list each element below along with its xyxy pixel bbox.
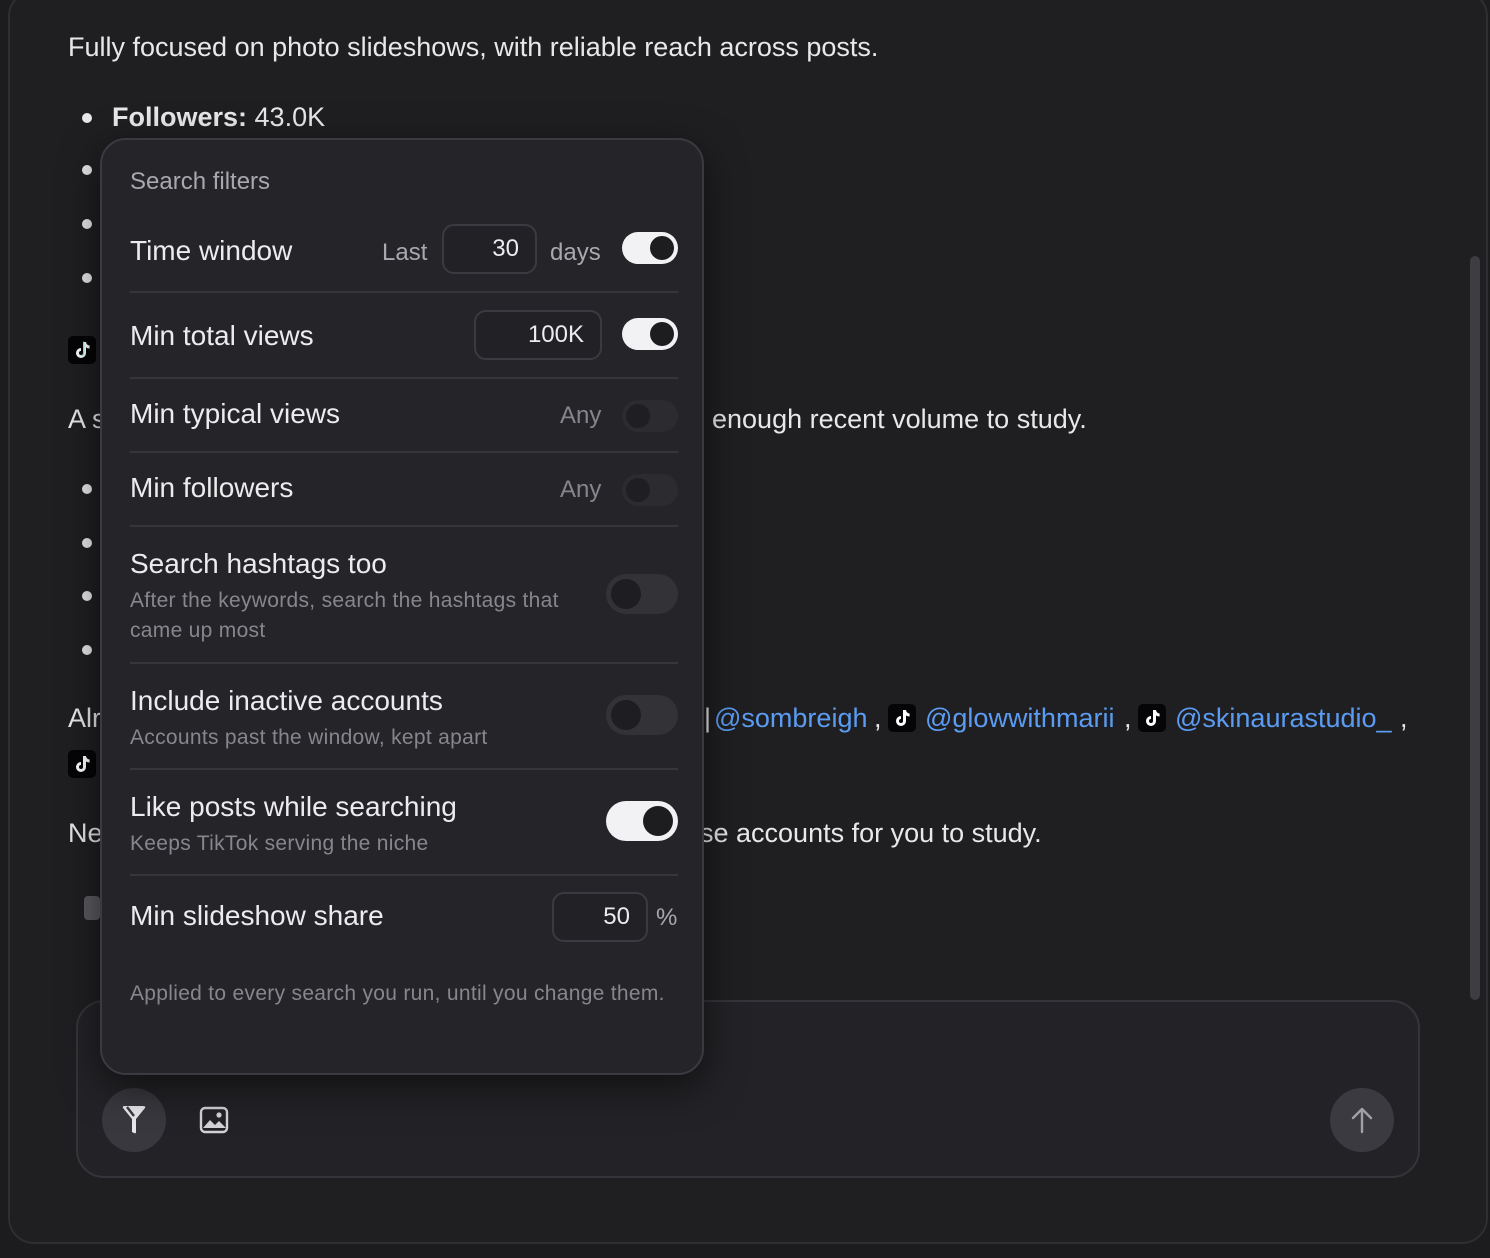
include-inactive-description: Accounts past the window, kept apart bbox=[130, 726, 488, 749]
paragraph-2-end: enough recent volume to study. bbox=[712, 404, 1087, 434]
time-window-unit: days bbox=[550, 239, 601, 266]
search-hashtags-row: Search hashtags too After the keywords, … bbox=[130, 544, 678, 644]
min-followers-label: Min followers bbox=[130, 472, 294, 503]
min-slideshow-share-unit: % bbox=[656, 904, 678, 931]
divider bbox=[130, 874, 678, 876]
paragraph-4-start: Ne bbox=[68, 818, 103, 848]
min-followers-row: Min followers Any bbox=[130, 468, 678, 518]
list-bullet bbox=[82, 113, 92, 123]
like-posts-description: Keeps TikTok serving the niche bbox=[130, 832, 429, 855]
intro-paragraph: Fully focused on photo slideshows, with … bbox=[68, 32, 879, 62]
tiktok-icon bbox=[68, 336, 96, 364]
min-slideshow-share-row: Min slideshow share 50 % bbox=[130, 892, 678, 948]
divider bbox=[130, 525, 678, 527]
min-total-views-row: Min total views 100K bbox=[130, 310, 678, 372]
like-posts-label: Like posts while searching bbox=[130, 791, 457, 822]
min-followers-value: Any bbox=[560, 476, 602, 503]
filters-button[interactable] bbox=[102, 1088, 166, 1152]
min-total-views-toggle[interactable] bbox=[622, 318, 678, 350]
tiktok-icon bbox=[68, 750, 96, 778]
include-inactive-label: Include inactive accounts bbox=[130, 685, 443, 716]
text-fragment: | bbox=[704, 703, 712, 733]
copy-icon[interactable] bbox=[84, 896, 100, 920]
time-window-row: Time window Last 30 days bbox=[130, 224, 678, 292]
time-window-prefix: Last bbox=[382, 239, 428, 266]
min-typical-views-row: Min typical views Any bbox=[130, 394, 678, 444]
search-hashtags-label: Search hashtags too bbox=[130, 548, 387, 579]
divider bbox=[130, 377, 678, 379]
time-window-label: Time window bbox=[130, 235, 293, 266]
list-bullet bbox=[82, 219, 92, 229]
list-bullet bbox=[82, 538, 92, 548]
paragraph-4-end: se accounts for you to study. bbox=[700, 818, 1042, 848]
tiktok-icon bbox=[1138, 704, 1166, 732]
separator: , bbox=[1400, 703, 1408, 733]
followers-label: Followers: bbox=[112, 102, 248, 132]
mention-link-glowwithmarii[interactable]: @glowwithmarii bbox=[925, 699, 1114, 737]
min-slideshow-share-label: Min slideshow share bbox=[130, 900, 384, 931]
list-bullet bbox=[82, 645, 92, 655]
divider bbox=[130, 768, 678, 770]
search-hashtags-toggle[interactable] bbox=[606, 574, 678, 614]
like-posts-toggle[interactable] bbox=[606, 801, 678, 841]
send-button[interactable] bbox=[1330, 1088, 1394, 1152]
time-window-days-input[interactable]: 30 bbox=[442, 224, 537, 274]
min-typical-views-toggle[interactable] bbox=[622, 400, 678, 432]
time-window-toggle[interactable] bbox=[622, 232, 678, 264]
separator: , bbox=[874, 703, 882, 733]
followers-stat: Followers: 43.0K bbox=[112, 98, 325, 136]
mention-link-sombreigh[interactable]: @sombreigh bbox=[714, 699, 867, 737]
popover-footer-note: Applied to every search you run, until y… bbox=[130, 982, 665, 1005]
followers-value: 43.0K bbox=[254, 102, 326, 132]
scrollbar[interactable] bbox=[1470, 256, 1480, 1000]
min-followers-toggle[interactable] bbox=[622, 474, 678, 506]
like-posts-row: Like posts while searching Keeps TikTok … bbox=[130, 787, 678, 867]
attach-image-button[interactable] bbox=[190, 1096, 238, 1144]
list-bullet bbox=[82, 484, 92, 494]
min-slideshow-share-input[interactable]: 50 bbox=[552, 892, 648, 942]
popover-title: Search filters bbox=[130, 168, 271, 195]
search-filters-popover: Search filters Time window Last 30 days … bbox=[100, 138, 704, 1075]
include-inactive-toggle[interactable] bbox=[606, 695, 678, 735]
filter-icon bbox=[122, 1106, 146, 1134]
list-bullet bbox=[82, 273, 92, 283]
arrow-up-icon bbox=[1351, 1107, 1373, 1134]
min-typical-views-value: Any bbox=[560, 402, 602, 429]
paragraph-3-start: Alr bbox=[68, 703, 101, 733]
divider bbox=[130, 451, 678, 453]
mention-link-skinaurastudio[interactable]: @skinaurastudio_ bbox=[1175, 699, 1392, 737]
separator: , bbox=[1124, 703, 1132, 733]
image-icon bbox=[199, 1106, 229, 1134]
divider bbox=[130, 291, 678, 293]
include-inactive-row: Include inactive accounts Accounts past … bbox=[130, 681, 678, 761]
divider bbox=[130, 662, 678, 664]
min-total-views-input[interactable]: 100K bbox=[474, 310, 602, 360]
min-total-views-label: Min total views bbox=[130, 320, 314, 351]
tiktok-icon bbox=[888, 704, 916, 732]
min-typical-views-label: Min typical views bbox=[130, 398, 341, 429]
list-bullet bbox=[82, 591, 92, 601]
list-bullet bbox=[82, 165, 92, 175]
search-hashtags-description: After the keywords, search the hashtags … bbox=[130, 589, 559, 642]
